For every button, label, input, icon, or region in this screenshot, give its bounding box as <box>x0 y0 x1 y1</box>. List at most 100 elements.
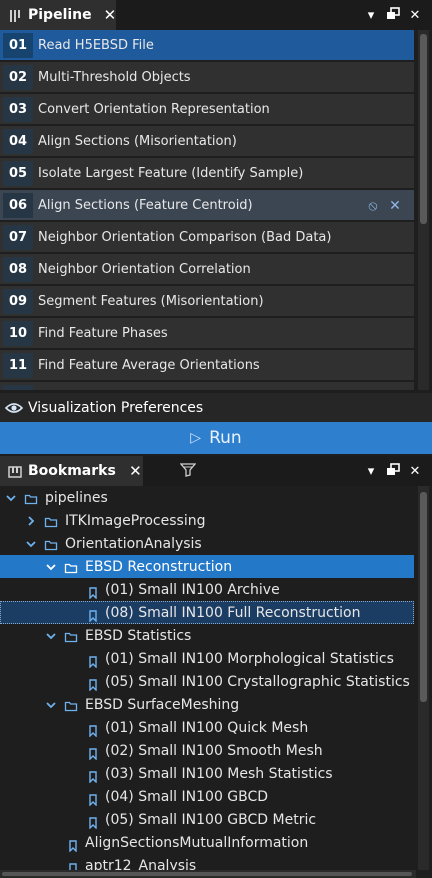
chevron-down-icon[interactable] <box>44 698 58 712</box>
tree-item-label: pipelines <box>45 489 108 506</box>
bookmarks-scrollbar-thumb[interactable] <box>420 492 427 702</box>
bookmarks-scrollbar[interactable] <box>418 486 429 870</box>
pipeline-filter-row[interactable]: 07 Neighbor Orientation Comparison (Bad D… <box>0 222 414 253</box>
bookmark-icon <box>68 837 78 853</box>
filter-label: Segment Features (Misorientation) <box>38 293 264 309</box>
bookmarks-horizontal-scrollbar-thumb[interactable] <box>2 872 412 876</box>
pipeline-filter-row[interactable]: 05 Isolate Largest Feature (Identify Samp… <box>0 158 414 189</box>
tree-bookmark-item[interactable]: (05) Small IN100 GBCD Metric <box>0 808 414 831</box>
filter-button[interactable] <box>179 456 197 486</box>
pipeline-filter-row[interactable]: 04 Align Sections (Misorientation) <box>0 126 414 157</box>
bookmark-icon <box>88 722 98 738</box>
bookmark-icon <box>88 791 98 807</box>
tree-bookmark-item[interactable]: (05) Small IN100 Crystallographic Statis… <box>0 670 414 693</box>
tree-item-label: (01) Small IN100 Morphological Statistic… <box>105 650 394 667</box>
tree-bookmark-item[interactable]: (01) Small IN100 Archive <box>0 578 414 601</box>
bookmarks-horizontal-scrollbar[interactable] <box>0 870 416 878</box>
pipeline-filter-row[interactable]: 02 Multi-Threshold Objects <box>0 62 414 93</box>
visualization-preferences-toggle[interactable]: Visualization Preferences <box>0 393 432 422</box>
folder-icon <box>64 629 78 643</box>
pipeline-dock-titlebar: Pipeline ✕ ▾ ✕ <box>0 0 432 30</box>
bookmarks-icon <box>8 464 22 478</box>
filter-label: Convert Orientation Representation <box>38 101 270 117</box>
pipeline-filter-row[interactable]: 11 Find Feature Average Orientations <box>0 350 414 381</box>
tree-folder-item[interactable]: ITKImageProcessing <box>0 509 414 532</box>
tree-folder-item[interactable]: EBSD Statistics <box>0 624 414 647</box>
folder-icon <box>64 698 78 712</box>
chevron-down-icon[interactable] <box>44 560 58 574</box>
filter-index-badge: 09 <box>3 288 33 314</box>
pipeline-filter-row[interactable]: 03 Convert Orientation Representation <box>0 94 414 125</box>
tree-bookmark-item[interactable]: AlignSectionsMutualInformation <box>0 831 414 854</box>
tree-bookmark-item[interactable]: (02) Small IN100 Smooth Mesh <box>0 739 414 762</box>
tree-item-label: (03) Small IN100 Mesh Statistics <box>105 765 333 782</box>
pipeline-filter-list[interactable]: 01 Read H5EBSD File 02 Multi-Threshold Obje… <box>0 30 416 390</box>
filter-label: Multi-Threshold Objects <box>38 69 191 85</box>
filter-label: Neighbor Orientation Correlation <box>38 261 251 277</box>
tree-folder-item[interactable]: EBSD Reconstruction <box>0 555 414 578</box>
pipeline-filter-row[interactable]: 10 Find Feature Phases <box>0 318 414 349</box>
pipeline-filter-row[interactable]: 06 Align Sections (Feature Centroid) ⦸ ✕ <box>0 190 414 221</box>
filter-index-badge: 05 <box>3 160 33 186</box>
float-icon[interactable] <box>382 6 404 24</box>
close-icon[interactable]: ✕ <box>104 6 117 24</box>
tree-item-label: (01) Small IN100 Archive <box>105 581 280 598</box>
pipeline-filter-row[interactable]: 12 Find Feature Neighbors <box>0 382 414 390</box>
filter-label: Find Feature Average Orientations <box>38 357 260 373</box>
disable-filter-icon[interactable]: ⦸ <box>362 198 384 214</box>
filter-index-badge: 08 <box>3 256 33 282</box>
filter-index-badge: 06 <box>3 192 33 218</box>
tree-item-label: EBSD Statistics <box>85 627 192 644</box>
pipeline-filter-row[interactable]: 08 Neighbor Orientation Correlation <box>0 254 414 285</box>
tree-bookmark-item[interactable]: (04) Small IN100 GBCD <box>0 785 414 808</box>
tree-item-label: (05) Small IN100 GBCD Metric <box>105 811 317 828</box>
chevron-right-icon[interactable] <box>24 514 38 528</box>
filter-index-badge: 02 <box>3 64 33 90</box>
tree-bookmark-item[interactable]: (01) Small IN100 Morphological Statistic… <box>0 647 414 670</box>
eye-icon <box>4 399 24 417</box>
tree-folder-item[interactable]: OrientationAnalysis <box>0 532 414 555</box>
float-icon[interactable] <box>382 462 404 480</box>
run-button[interactable]: ▷ Run <box>0 422 432 454</box>
pipeline-filter-row[interactable]: 09 Segment Features (Misorientation) <box>0 286 414 317</box>
bookmark-icon <box>88 607 98 623</box>
filter-label: Find Feature Neighbors <box>38 390 188 391</box>
folder-icon <box>64 560 78 574</box>
remove-filter-icon[interactable]: ✕ <box>384 198 406 214</box>
dock-close-icon[interactable]: ✕ <box>404 464 426 479</box>
dock-close-icon[interactable]: ✕ <box>404 8 426 23</box>
bookmark-icon <box>88 676 98 692</box>
tree-folder-item[interactable]: pipelines <box>0 486 414 509</box>
dock-menu-icon[interactable]: ▾ <box>360 8 382 23</box>
chevron-down-icon[interactable] <box>24 537 38 551</box>
tab-bookmarks[interactable]: Bookmarks ✕ <box>0 456 143 486</box>
play-icon: ▷ <box>190 430 202 446</box>
tree-bookmark-item[interactable]: (08) Small IN100 Full Reconstruction <box>0 601 414 624</box>
filter-index-badge: 07 <box>3 224 33 250</box>
tree-bookmark-item[interactable]: (03) Small IN100 Mesh Statistics <box>0 762 414 785</box>
chevron-down-icon[interactable] <box>44 629 58 643</box>
bookmarks-tab-label: Bookmarks <box>28 463 116 479</box>
bookmark-icon <box>68 860 78 870</box>
tree-bookmark-item[interactable]: (01) Small IN100 Quick Mesh <box>0 716 414 739</box>
dock-menu-icon[interactable]: ▾ <box>360 464 382 479</box>
filter-icon <box>179 462 197 481</box>
filter-index-badge: 11 <box>3 352 33 378</box>
chevron-down-icon[interactable] <box>4 491 18 505</box>
pipeline-scrollbar-thumb[interactable] <box>420 34 427 224</box>
tree-item-label: AlignSectionsMutualInformation <box>85 834 309 851</box>
tab-pipeline[interactable]: Pipeline ✕ <box>0 0 116 30</box>
bookmarks-dock-titlebar: Bookmarks ✕ ▾ ✕ <box>0 456 432 486</box>
tree-bookmark-item[interactable]: aptr12_Analysis <box>0 854 414 870</box>
tree-folder-item[interactable]: EBSD SurfaceMeshing <box>0 693 414 716</box>
pipeline-filter-row[interactable]: 01 Read H5EBSD File <box>0 30 414 61</box>
close-icon[interactable]: ✕ <box>128 462 143 480</box>
pipeline-icon <box>8 8 22 22</box>
filter-index-badge: 01 <box>3 32 33 58</box>
filter-label: Find Feature Phases <box>38 325 168 341</box>
bookmarks-tree[interactable]: pipelines ITKImageProcessing OrientationAn… <box>0 486 416 870</box>
filter-index-badge: 10 <box>3 320 33 346</box>
bookmark-icon <box>88 814 98 830</box>
tree-item-label: (01) Small IN100 Quick Mesh <box>105 719 309 736</box>
pipeline-scrollbar[interactable] <box>418 30 429 390</box>
